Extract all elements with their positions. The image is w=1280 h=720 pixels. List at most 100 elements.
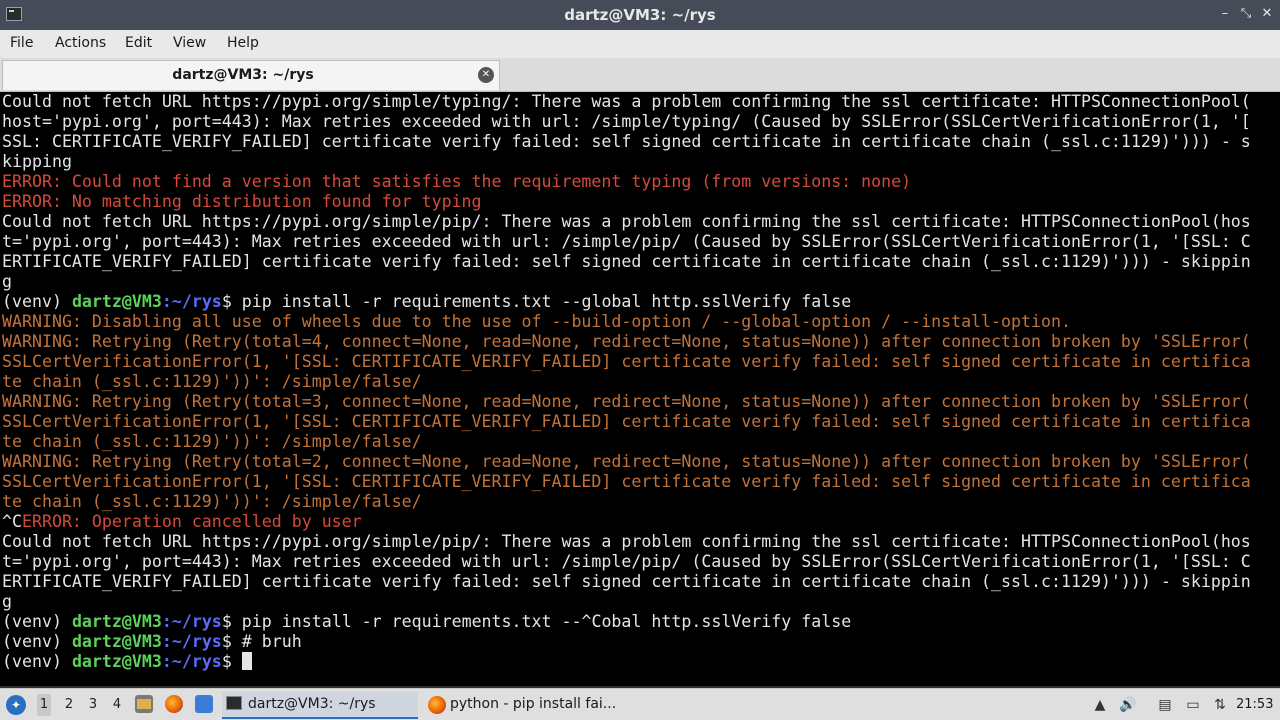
prompt-venv: (venv) [2, 612, 72, 631]
minimize-button[interactable]: – [1216, 5, 1234, 23]
output-line: host='pypi.org', port=443): Max retries … [2, 112, 1251, 132]
menu-edit[interactable]: Edit [125, 35, 152, 51]
start-menu-icon[interactable]: ✦ [6, 695, 26, 715]
output-text: g [2, 272, 12, 291]
output-text: t='pypi.org', port=443): Max retries exc… [2, 232, 1251, 251]
tab-close-icon[interactable]: ✕ [478, 67, 494, 83]
prompt-command: $ [221, 652, 242, 671]
terminal-tab[interactable]: dartz@VM3: ~/rys ✕ [2, 60, 500, 90]
workspace-2[interactable]: 2 [62, 697, 76, 712]
prompt-path: :~/rys [161, 632, 222, 651]
output-text: kipping [2, 152, 72, 171]
output-line: ERROR: Could not find a version that sat… [2, 172, 1251, 192]
prompt-venv: (venv) [2, 292, 72, 311]
tab-label: dartz@VM3: ~/rys [172, 67, 314, 83]
workspace-1[interactable]: 1 [37, 694, 51, 716]
output-line: SSLCertVerificationError(1, '[SSL: CERTI… [2, 412, 1251, 432]
close-button[interactable]: ✕ [1258, 5, 1276, 23]
task-label: python - pip install fai... [450, 696, 617, 712]
output-line: SSLCertVerificationError(1, '[SSL: CERTI… [2, 472, 1251, 492]
prompt-path: :~/rys [161, 612, 222, 631]
clock[interactable]: 21:53 [1236, 697, 1273, 712]
error-text: ERROR: Operation cancelled by user [21, 512, 362, 531]
warning-text: SSLCertVerificationError(1, '[SSL: CERTI… [2, 472, 1251, 491]
output-line: WARNING: Disabling all use of wheels due… [2, 312, 1251, 332]
task-label: dartz@VM3: ~/rys [248, 696, 376, 712]
warning-text: SSLCertVerificationError(1, '[SSL: CERTI… [2, 412, 1251, 431]
workspace-4[interactable]: 4 [110, 697, 124, 712]
firefox-icon[interactable] [165, 695, 183, 713]
output-line: kipping [2, 152, 1251, 172]
error-text: ERROR: No matching distribution found fo… [2, 192, 482, 211]
volume-icon[interactable]: 🔊 [1119, 696, 1137, 714]
file-manager-icon[interactable] [135, 695, 153, 713]
output-line: g [2, 272, 1251, 292]
terminal-icon [226, 696, 242, 710]
menu-actions[interactable]: Actions [55, 35, 106, 51]
prompt-user: dartz@VM3 [71, 612, 162, 631]
output-line: t='pypi.org', port=443): Max retries exc… [2, 552, 1251, 572]
output-text: t='pypi.org', port=443): Max retries exc… [2, 552, 1251, 571]
warning-text: te chain (_ssl.c:1129)'))': /simple/fals… [2, 372, 422, 391]
output-line: t='pypi.org', port=443): Max retries exc… [2, 232, 1251, 252]
notes-icon[interactable]: ▤ [1156, 696, 1174, 714]
menu-file[interactable]: File [10, 35, 33, 51]
output-text: g [2, 592, 12, 611]
output-line: ERROR: No matching distribution found fo… [2, 192, 1251, 212]
prompt-line: (venv) dartz@VM3:~/rys$ pip install -r r… [2, 292, 1251, 312]
output-text: Could not fetch URL https://pypi.org/sim… [2, 212, 1251, 231]
output-line: SSL: CERTIFICATE_VERIFY_FAILED] certific… [2, 132, 1251, 152]
taskbar-firefox-window[interactable]: python - pip install fai... [424, 691, 624, 719]
prompt-venv: (venv) [2, 652, 72, 671]
output-line: Could not fetch URL https://pypi.org/sim… [2, 212, 1251, 232]
output-text: SSL: CERTIFICATE_VERIFY_FAILED] certific… [2, 132, 1251, 151]
output-line: WARNING: Retrying (Retry(total=4, connec… [2, 332, 1251, 352]
prompt-line: (venv) dartz@VM3:~/rys$ [2, 652, 1251, 672]
output-line: Could not fetch URL https://pypi.org/sim… [2, 532, 1251, 552]
terminal-lines: Could not fetch URL https://pypi.org/sim… [2, 92, 1251, 672]
interrupt-text: ^C [2, 512, 22, 531]
output-line: SSLCertVerificationError(1, '[SSL: CERTI… [2, 352, 1251, 372]
monitor-icon[interactable]: ▭ [1184, 696, 1202, 714]
window-titlebar[interactable]: dartz@VM3: ~/rys – ⤡ ✕ [0, 0, 1280, 30]
network-icon[interactable]: ⇅ [1211, 696, 1229, 714]
prompt-user: dartz@VM3 [71, 632, 162, 651]
warning-text: te chain (_ssl.c:1129)'))': /simple/fals… [2, 432, 422, 451]
workspace-3[interactable]: 3 [86, 697, 100, 712]
menu-view[interactable]: View [173, 35, 206, 51]
warning-text: SSLCertVerificationError(1, '[SSL: CERTI… [2, 352, 1251, 371]
show-desktop-icon[interactable] [195, 695, 213, 713]
output-text: host='pypi.org', port=443): Max retries … [2, 112, 1251, 131]
terminal-output[interactable]: Could not fetch URL https://pypi.org/sim… [0, 92, 1280, 686]
prompt-path: :~/rys [161, 292, 222, 311]
prompt-venv: (venv) [2, 632, 72, 651]
tray-up-arrow-icon[interactable]: ▲ [1091, 696, 1109, 714]
output-text: ERTIFICATE_VERIFY_FAILED] certificate ve… [2, 252, 1251, 271]
warning-text: WARNING: Disabling all use of wheels due… [2, 312, 1071, 331]
text-cursor [241, 652, 252, 670]
menu-bar: File Actions Edit View Help [0, 30, 1280, 58]
output-line: te chain (_ssl.c:1129)'))': /simple/fals… [2, 492, 1251, 512]
output-text: ERTIFICATE_VERIFY_FAILED] certificate ve… [2, 572, 1251, 591]
output-line: ERTIFICATE_VERIFY_FAILED] certificate ve… [2, 252, 1251, 272]
firefox-icon [428, 696, 446, 714]
output-line: ERTIFICATE_VERIFY_FAILED] certificate ve… [2, 572, 1251, 592]
output-line: ^CERROR: Operation cancelled by user [2, 512, 1251, 532]
menu-help[interactable]: Help [227, 35, 259, 51]
prompt-line: (venv) dartz@VM3:~/rys$ pip install -r r… [2, 612, 1251, 632]
output-line: te chain (_ssl.c:1129)'))': /simple/fals… [2, 372, 1251, 392]
prompt-command: $ # bruh [221, 632, 302, 651]
prompt-path: :~/rys [161, 652, 222, 671]
window-title: dartz@VM3: ~/rys [564, 6, 716, 24]
tab-bar: dartz@VM3: ~/rys ✕ [0, 58, 1280, 92]
output-line: te chain (_ssl.c:1129)'))': /simple/fals… [2, 432, 1251, 452]
output-text: Could not fetch URL https://pypi.org/sim… [2, 532, 1251, 551]
terminal-scrollbar[interactable] [1252, 92, 1280, 686]
maximize-button[interactable]: ⤡ [1237, 5, 1255, 23]
taskbar-terminal-window[interactable]: dartz@VM3: ~/rys [222, 691, 418, 719]
output-line: Could not fetch URL https://pypi.org/sim… [2, 92, 1251, 112]
output-line: WARNING: Retrying (Retry(total=3, connec… [2, 392, 1251, 412]
warning-text: WARNING: Retrying (Retry(total=3, connec… [2, 392, 1251, 411]
warning-text: WARNING: Retrying (Retry(total=4, connec… [2, 332, 1251, 351]
output-line: g [2, 592, 1251, 612]
